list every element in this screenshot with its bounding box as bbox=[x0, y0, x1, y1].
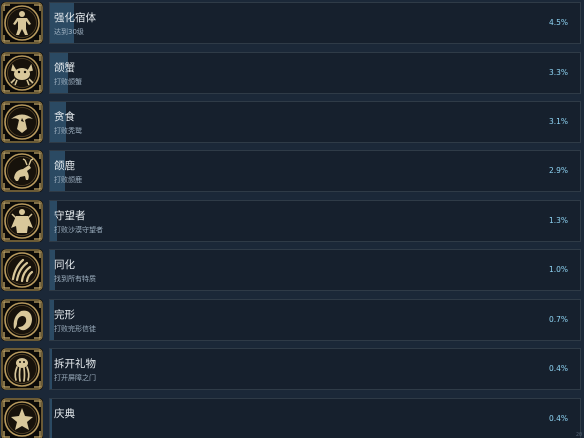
deer-icon bbox=[1, 150, 43, 192]
achievement-description: 达到30级 bbox=[54, 28, 84, 36]
unlock-percentage: 3.3% bbox=[548, 68, 568, 77]
achievement-name: 完形 bbox=[54, 309, 75, 321]
unlock-percentage: 0.4% bbox=[548, 364, 568, 373]
unlock-percentage: 0.7% bbox=[548, 315, 568, 324]
achievement-panel: 完形打败完形信徒 0.7% bbox=[49, 299, 581, 341]
achievement-name: 贪食 bbox=[54, 111, 75, 123]
achievement-row[interactable]: 同化找到所有特质 1.0% bbox=[0, 247, 584, 295]
achievement-panel: 庆典 0.4% bbox=[49, 398, 581, 438]
achievement-row[interactable]: 庆典 0.4% bbox=[0, 396, 584, 438]
achievement-panel: 颌蟹打败颌蟹 3.3% bbox=[49, 52, 581, 94]
achievement-row[interactable]: 完形打败完形信徒 0.7% bbox=[0, 297, 584, 345]
tentacle-icon bbox=[1, 348, 43, 390]
unlock-percentage: 4.5% bbox=[548, 18, 568, 27]
unlock-percentage: 1.0% bbox=[548, 265, 568, 274]
watcher-icon bbox=[1, 200, 43, 242]
achievement-row[interactable]: 守望者打败沙漠守望者 1.3% bbox=[0, 198, 584, 246]
unlock-percentage: 2.9% bbox=[548, 166, 568, 175]
vulture-icon bbox=[1, 101, 43, 143]
achievement-row[interactable]: 强化宿体达到30级 4.5% bbox=[0, 0, 584, 48]
achievement-description: 打败颌蟹 bbox=[54, 78, 82, 86]
unlock-percentage: 3.1% bbox=[548, 117, 568, 126]
achievement-panel: 同化找到所有特质 1.0% bbox=[49, 249, 581, 291]
achievement-description: 打败完形信徒 bbox=[54, 325, 96, 333]
gestalt-icon bbox=[1, 299, 43, 341]
unlock-percentage: 0.4% bbox=[548, 414, 568, 423]
crab-icon bbox=[1, 52, 43, 94]
achievement-row[interactable]: 颌鹿打败颌鹿 2.9% bbox=[0, 148, 584, 196]
achievement-name: 颌鹿 bbox=[54, 160, 75, 172]
figure-icon bbox=[1, 2, 43, 44]
achievement-name: 庆典 bbox=[54, 408, 75, 420]
achievement-panel: 拆开礼物打开屏障之门 0.4% bbox=[49, 348, 581, 390]
achievement-description: 打败颌鹿 bbox=[54, 176, 82, 184]
achievement-panel: 贪食打败秃鹫 3.1% bbox=[49, 101, 581, 143]
achievement-panel: 守望者打败沙漠守望者 1.3% bbox=[49, 200, 581, 242]
achievement-name: 拆开礼物 bbox=[54, 358, 96, 370]
achievement-description: 打败沙漠守望者 bbox=[54, 226, 103, 234]
achievement-name: 同化 bbox=[54, 259, 75, 271]
progress-bar-fill bbox=[50, 349, 53, 389]
achievement-description: 找到所有特质 bbox=[54, 275, 96, 283]
achievement-panel: 颌鹿打败颌鹿 2.9% bbox=[49, 150, 581, 192]
achievement-description: 打败秃鹫 bbox=[54, 127, 82, 135]
celebration-icon bbox=[1, 398, 43, 438]
achievement-name: 强化宿体 bbox=[54, 12, 96, 24]
achievement-name: 颌蟹 bbox=[54, 62, 75, 74]
achievement-list: 强化宿体 达到30级 4.5% 颌蟹 打败颌蟹 3.3% 贪食 打败秃鹫 3.1% 颌鹿 打败… bbox=[0, 0, 584, 438]
achievement-panel: 强化宿体达到30级 4.5% bbox=[49, 2, 581, 44]
claws-icon bbox=[1, 249, 43, 291]
achievement-row[interactable]: 颌蟹打败颌蟹 3.3% bbox=[0, 50, 584, 98]
achievement-description: 打开屏障之门 bbox=[54, 374, 96, 382]
achievement-row[interactable]: 贪食打败秃鹫 3.1% bbox=[0, 99, 584, 147]
unlock-percentage: 1.3% bbox=[548, 216, 568, 225]
corner-note: 20 bbox=[575, 432, 582, 438]
achievement-name: 守望者 bbox=[54, 210, 86, 222]
progress-bar-fill bbox=[50, 399, 53, 438]
achievement-row[interactable]: 拆开礼物打开屏障之门 0.4% bbox=[0, 346, 584, 394]
